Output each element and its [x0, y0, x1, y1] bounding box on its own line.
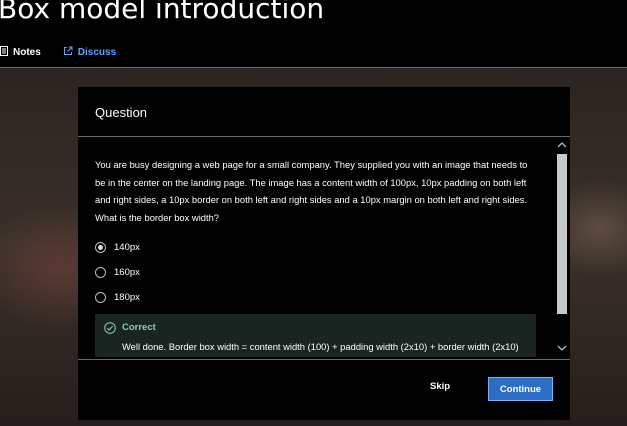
scroll-down-icon[interactable] [557, 344, 567, 354]
tab-notes-label: Notes [13, 46, 41, 58]
scroll-up-icon[interactable] [557, 141, 567, 151]
tab-bar: Notes Discuss [0, 44, 138, 60]
radio-selected-icon[interactable] [95, 241, 106, 253]
external-link-icon [63, 46, 78, 59]
header-divider [0, 67, 627, 68]
tab-notes[interactable]: Notes [0, 45, 41, 59]
feedback-status: Correct [122, 322, 156, 333]
feedback-panel: Correct Well done. Border box width = co… [95, 314, 536, 357]
question-text: You are busy designing a web page for a … [95, 159, 528, 223]
check-circle-icon [104, 321, 116, 339]
dialog-title: Question [95, 105, 148, 120]
option-label: 140px [114, 241, 140, 253]
tab-discuss-label: Discuss [77, 46, 117, 58]
dialog-body[interactable]: You are busy designing a web page for a … [78, 137, 554, 357]
scrollbar-thumb[interactable] [557, 154, 567, 314]
continue-button[interactable]: Continue [488, 377, 553, 401]
option-160px[interactable]: 160px [95, 264, 140, 280]
option-label: 180px [114, 291, 140, 303]
radio-icon[interactable] [95, 291, 106, 303]
option-140px[interactable]: 140px [95, 239, 140, 255]
option-label: 160px [114, 266, 140, 278]
notes-icon [0, 45, 13, 59]
skip-button[interactable]: Skip [430, 381, 450, 392]
tab-discuss[interactable]: Discuss [63, 46, 116, 59]
dialog-header: Question [78, 87, 570, 137]
dialog-footer: Skip Continue [78, 359, 570, 421]
course-header: Box model introduction Notes Discuss [0, 0, 627, 68]
page-title: Box model introduction [0, 0, 325, 25]
question-dialog: Question You are busy designing a web pa… [78, 87, 570, 420]
scrollbar[interactable] [554, 137, 570, 357]
option-180px[interactable]: 180px [95, 289, 140, 305]
feedback-text: Well done. Border box width = content wi… [122, 341, 519, 352]
radio-icon[interactable] [95, 266, 106, 278]
